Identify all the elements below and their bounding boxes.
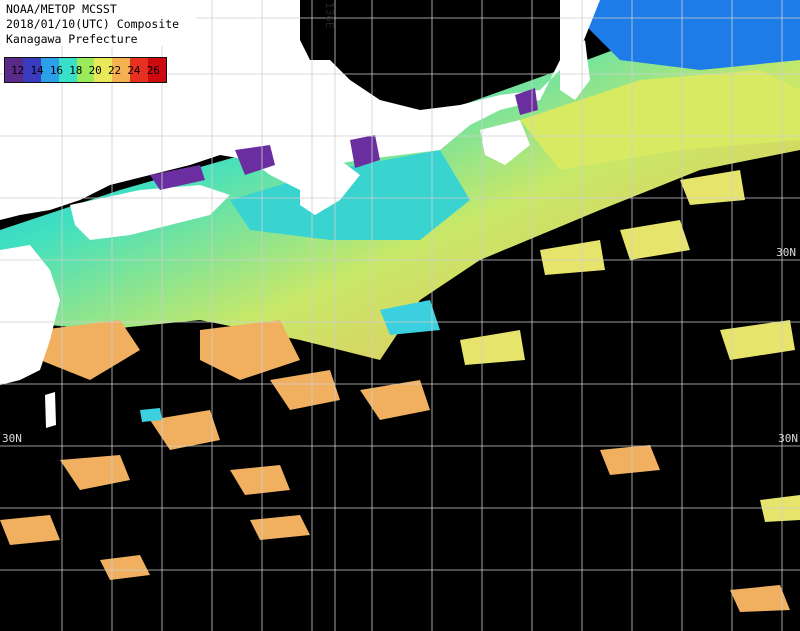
- latitude-label-upper-right: 30N: [776, 246, 796, 259]
- title-line-1: NOAA/METOP MCSST: [6, 2, 117, 16]
- legend-swatch: [130, 58, 149, 82]
- longitude-label: 136E: [323, 2, 336, 29]
- map-title-box: NOAA/METOP MCSST 2018/01/10(UTC) Composi…: [0, 0, 196, 46]
- legend-swatch: [5, 58, 23, 82]
- sst-fragments: [0, 320, 790, 612]
- map-canvas: [0, 0, 800, 631]
- legend-swatch: [94, 58, 113, 82]
- sst-map: NOAA/METOP MCSST 2018/01/10(UTC) Composi…: [0, 0, 800, 631]
- latitude-label-lower-right: 30N: [778, 432, 798, 445]
- legend-swatch: [22, 58, 41, 82]
- title-line-3: Kanagawa Prefecture: [6, 32, 138, 46]
- legend-swatch: [58, 58, 77, 82]
- title-line-2: 2018/01/10(UTC) Composite: [6, 17, 180, 31]
- temperature-legend: [4, 57, 167, 83]
- latitude-label-left: 30N: [2, 432, 22, 445]
- legend-swatch: [76, 58, 95, 82]
- legend-swatch: [148, 58, 167, 82]
- legend-swatch: [112, 58, 131, 82]
- land-tanegashima: [45, 392, 56, 428]
- legend-swatch: [40, 58, 59, 82]
